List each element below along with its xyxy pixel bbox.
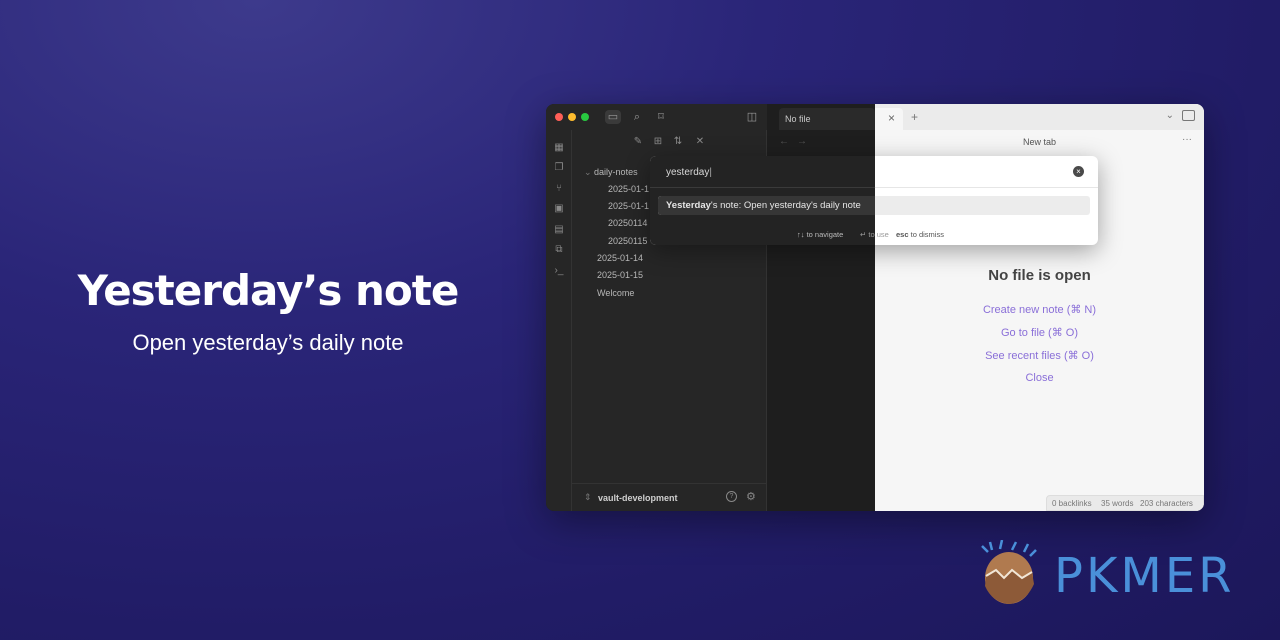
view-header-title: New tab	[1022, 137, 1057, 147]
file-copy-icon[interactable]: ❐	[553, 162, 565, 174]
hint-navigate: ↑↓ to navigate	[797, 230, 844, 239]
create-note-link[interactable]: Create new note (⌘ N)	[875, 303, 1204, 316]
bookmark-icon[interactable]: ⌑	[653, 110, 669, 124]
suggestion-text: Yesterday's note: Open yesterday's daily…	[666, 200, 861, 211]
tab-no-file[interactable]: No file	[779, 108, 875, 130]
pkmer-mascot-icon	[981, 540, 1037, 604]
tree-file[interactable]: 2025-01-1	[608, 201, 649, 211]
go-to-file-link[interactable]: Go to file (⌘ O)	[875, 326, 1204, 339]
vault-name: vault-development	[598, 493, 678, 503]
backlinks-count[interactable]: 0 backlinks	[1052, 499, 1092, 508]
tree-file[interactable]: 20250115	[608, 236, 647, 246]
tab-bar: × + ⌄	[875, 104, 1204, 130]
recent-files-link[interactable]: See recent files (⌘ O)	[875, 349, 1204, 362]
forward-icon[interactable]: →	[797, 136, 807, 147]
minimize-window-button[interactable]	[568, 113, 576, 121]
tree-file[interactable]: 2025-01-14	[597, 253, 643, 263]
calendar-icon[interactable]: ▦	[553, 142, 565, 154]
tree-file[interactable]: 2025-01-1	[608, 184, 649, 194]
right-sidebar-icon[interactable]	[1182, 110, 1195, 121]
close-tab-icon[interactable]: ×	[888, 111, 895, 125]
terminal-icon[interactable]: ›_	[553, 265, 565, 277]
gear-icon[interactable]: ⚙	[746, 490, 756, 503]
pkmer-logo-text: PKMER	[1054, 548, 1235, 604]
tab-label: No file	[785, 114, 811, 124]
folder-label: daily-notes	[594, 167, 638, 177]
char-count: 203 characters	[1140, 499, 1193, 508]
help-icon[interactable]: ?	[726, 491, 737, 502]
zoom-window-button[interactable]	[581, 113, 589, 121]
calendar-day-icon[interactable]: ▤	[553, 224, 565, 236]
files-icon[interactable]: ▭	[605, 110, 621, 124]
hero-subtitle: Open yesterday’s daily note	[132, 330, 404, 355]
ribbon: ▦ ❐ ⑂ ▣ ▤ ⧉ ›_	[546, 130, 572, 511]
search-icon[interactable]: ⌕	[629, 110, 645, 124]
more-options-icon[interactable]: ···	[1182, 134, 1192, 145]
divider	[650, 187, 875, 188]
graph-icon[interactable]: ⑂	[553, 183, 565, 195]
hero-title: Yesterday’s note	[77, 266, 460, 315]
status-bar: 0 backlinks 35 words 203 characters	[1046, 495, 1204, 511]
close-link[interactable]: Close	[875, 372, 1204, 384]
tab-active[interactable]: ×	[875, 108, 903, 130]
palette-search-input[interactable]: yesterday|	[666, 167, 712, 178]
vault-switcher[interactable]: ⇕ vault-development ? ⚙	[572, 483, 766, 511]
pkmer-logo: PKMER	[976, 540, 1256, 610]
tree-folder[interactable]: ⌄ daily-notes	[584, 167, 638, 178]
clear-search-icon[interactable]: ×	[1073, 166, 1084, 177]
chevron-down-icon: ⌄	[584, 167, 595, 177]
empty-heading: No file is open	[988, 267, 1091, 284]
tree-file[interactable]: 2025-01-15	[597, 270, 643, 280]
word-count: 35 words	[1101, 499, 1134, 508]
hint-dismiss: esc to dismiss	[896, 230, 944, 239]
new-folder-icon[interactable]: ⊞	[652, 136, 664, 148]
chevron-updown-icon: ⇕	[584, 492, 592, 502]
tree-file[interactable]: 20250114	[608, 218, 647, 228]
new-note-icon[interactable]: ✎	[632, 136, 644, 148]
tab-list-icon[interactable]: ⌄	[1166, 110, 1174, 121]
tree-file[interactable]: Welcome	[597, 288, 634, 298]
collapse-icon[interactable]: ✕	[694, 136, 706, 148]
back-icon[interactable]: ←	[779, 136, 789, 147]
sidebar-toggle-icon[interactable]: ◫	[744, 110, 760, 124]
close-window-button[interactable]	[555, 113, 563, 121]
copy-icon[interactable]: ⧉	[553, 244, 565, 256]
sort-icon[interactable]: ⇅	[672, 136, 684, 148]
title-bar: ▭ ⌕ ⌑ ◫	[546, 104, 775, 130]
grid-icon[interactable]: ▣	[553, 203, 565, 215]
hint-use: ↵ to use	[860, 230, 889, 239]
new-tab-button[interactable]: +	[911, 110, 918, 124]
command-palette: yesterday| × Yesterday's note: Open yest…	[650, 156, 1098, 245]
